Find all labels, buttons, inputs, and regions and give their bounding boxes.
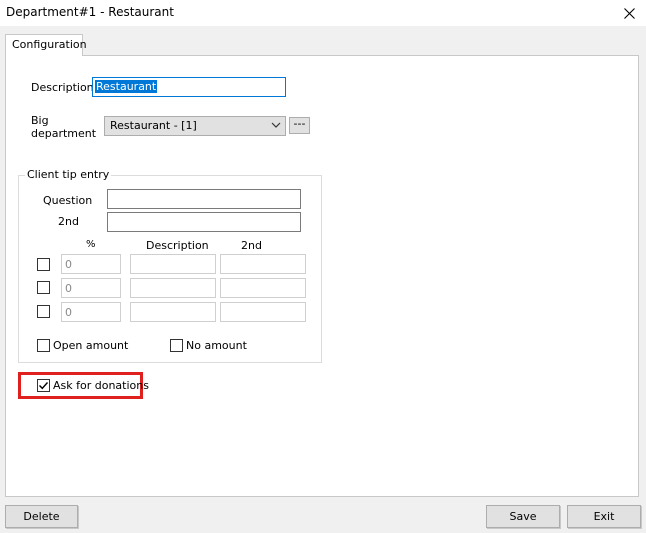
tip-row-1-description[interactable]	[130, 254, 216, 274]
check-icon	[39, 382, 49, 390]
tip-row-2-description[interactable]	[130, 278, 216, 298]
column-header-percent: %	[86, 239, 96, 250]
question-input[interactable]	[107, 189, 301, 209]
tip-row-3-percent[interactable]: 0	[61, 302, 121, 322]
close-button[interactable]	[612, 0, 646, 26]
big-department-select[interactable]: Restaurant - [1]	[104, 116, 286, 136]
save-button[interactable]: Save	[486, 505, 560, 528]
column-header-2nd: 2nd	[241, 239, 262, 252]
description-label: Description	[31, 81, 94, 94]
column-header-description: Description	[146, 239, 209, 252]
tab-configuration[interactable]: Configuration	[5, 34, 87, 56]
window-title: Department#1 - Restaurant	[6, 5, 174, 19]
delete-button[interactable]: Delete	[5, 505, 78, 528]
tip-row-3-description[interactable]	[130, 302, 216, 322]
open-amount-label: Open amount	[53, 339, 129, 352]
tip-row-1-percent[interactable]: 0	[61, 254, 121, 274]
big-department-browse-button[interactable]: ---	[289, 117, 310, 134]
description-input[interactable]: Restaurant	[92, 77, 286, 97]
second-input[interactable]	[107, 212, 301, 232]
tip-row-2-percent[interactable]: 0	[61, 278, 121, 298]
exit-button[interactable]: Exit	[567, 505, 641, 528]
tip-row-1-2nd[interactable]	[220, 254, 306, 274]
big-department-label-line2: department	[31, 127, 97, 140]
tip-row-3-checkbox[interactable]	[37, 305, 50, 318]
big-department-label-line1: Big	[31, 114, 49, 127]
tip-row-1-checkbox[interactable]	[37, 258, 50, 271]
no-amount-label: No amount	[186, 339, 247, 352]
question-label: Question	[43, 194, 93, 207]
ask-for-donations-checkbox[interactable]	[37, 379, 50, 392]
tip-row-2-2nd[interactable]	[220, 278, 306, 298]
second-label: 2nd	[58, 215, 79, 228]
tip-row-3-2nd[interactable]	[220, 302, 306, 322]
ask-for-donations-label: Ask for donations	[53, 379, 149, 392]
description-value: Restaurant	[95, 80, 158, 93]
tip-row-2-checkbox[interactable]	[37, 281, 50, 294]
chevron-down-icon	[271, 122, 281, 128]
tab-label: Configuration	[12, 38, 87, 51]
close-icon	[623, 7, 635, 19]
big-department-selected: Restaurant - [1]	[110, 119, 197, 132]
title-bar: Department#1 - Restaurant	[0, 0, 646, 26]
no-amount-checkbox[interactable]	[170, 339, 183, 352]
open-amount-checkbox[interactable]	[37, 339, 50, 352]
client-tip-entry-title: Client tip entry	[25, 168, 112, 181]
